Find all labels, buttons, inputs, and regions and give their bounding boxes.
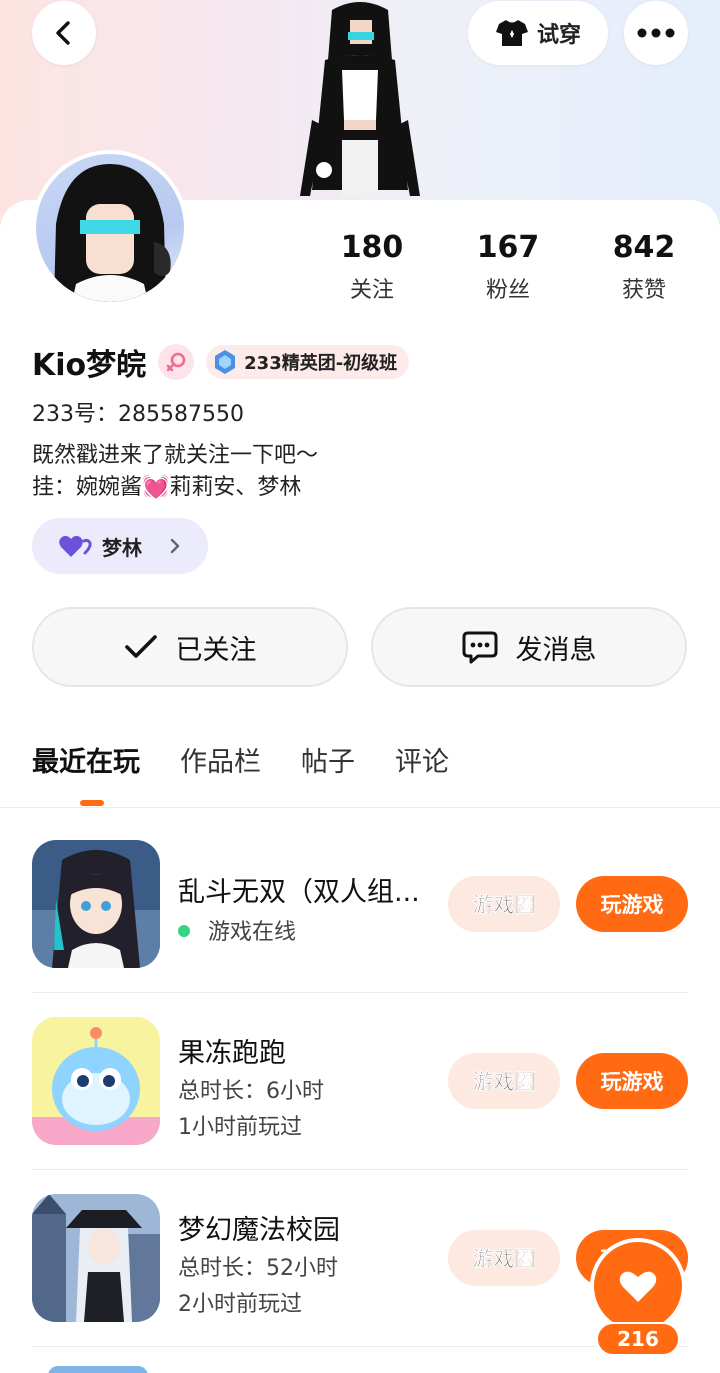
stat-following[interactable]: 180 关注 bbox=[312, 230, 432, 304]
stat-following-count: 180 bbox=[340, 230, 404, 265]
row-divider bbox=[32, 992, 688, 993]
relationship-tag[interactable]: 梦林 bbox=[32, 518, 208, 574]
try-on-label: 试穿 bbox=[536, 23, 581, 48]
user-id: 233号：285587550 bbox=[32, 402, 244, 427]
profile-name-row: Kio梦皖 233精英团-初级班 bbox=[32, 340, 410, 384]
game-icon-image bbox=[32, 1017, 160, 1145]
game-circle-button[interactable]: 游戏圈 bbox=[448, 1053, 560, 1109]
play-game-button[interactable]: 玩游戏 bbox=[576, 876, 688, 932]
game-title: 果冻跑跑 bbox=[178, 1038, 286, 1069]
game-last-played: 1小时前玩过 bbox=[178, 1115, 302, 1140]
double-heart-icon bbox=[59, 535, 92, 557]
list-item[interactable]: 果冻跑跑 总时长：6小时 1小时前玩过 游戏圈 玩游戏 bbox=[32, 1017, 688, 1193]
gem-badge-icon bbox=[215, 350, 236, 374]
row-divider bbox=[32, 1169, 688, 1170]
group-badge[interactable]: 233精英团-初级班 bbox=[206, 345, 410, 379]
chevron-right-icon bbox=[170, 538, 180, 554]
online-status-icon bbox=[178, 925, 190, 937]
game-status-text: 游戏在线 bbox=[208, 920, 297, 945]
relationship-tag-label: 梦林 bbox=[102, 535, 142, 560]
back-button[interactable] bbox=[32, 1, 96, 65]
game-total-time: 总时长：6小时 bbox=[178, 1079, 324, 1104]
game-icon-image bbox=[32, 1194, 160, 1322]
chevron-left-icon bbox=[56, 21, 70, 45]
chat-bubble-icon bbox=[462, 631, 497, 664]
game-total-time: 总时长：52小时 bbox=[178, 1256, 338, 1281]
tab-posts[interactable]: 帖子 bbox=[301, 740, 355, 779]
more-dots-icon bbox=[637, 28, 675, 38]
stat-likes[interactable]: 842 获赞 bbox=[584, 230, 704, 304]
stat-followers-count: 167 bbox=[476, 230, 540, 265]
play-game-button[interactable]: 玩游戏 bbox=[576, 1053, 688, 1109]
like-count: 216 bbox=[596, 1322, 680, 1356]
tab-recent-play[interactable]: 最近在玩 bbox=[32, 740, 140, 779]
profile-tabs: 最近在玩 作品栏 帖子 评论 bbox=[32, 740, 489, 779]
tab-active-indicator bbox=[80, 800, 104, 806]
followed-button[interactable]: 已关注 bbox=[32, 607, 348, 687]
game-icon-image bbox=[32, 840, 160, 968]
bio-line: 挂：婉婉酱💓莉莉安、梦林 bbox=[32, 475, 302, 500]
message-button[interactable]: 发消息 bbox=[371, 607, 687, 687]
game-title: 乱斗无双（双人组... bbox=[178, 877, 420, 908]
game-last-played: 2小时前玩过 bbox=[178, 1292, 302, 1317]
list-item[interactable]: 乱斗无双（双人组... 游戏在线 游戏圈 玩游戏 bbox=[32, 840, 688, 1016]
stat-following-label: 关注 bbox=[349, 278, 394, 303]
bio: 既然戳进来了就关注一下吧～ 挂：婉婉酱💓莉莉安、梦林 bbox=[32, 440, 318, 504]
stat-followers[interactable]: 167 粉丝 bbox=[448, 230, 568, 304]
like-button[interactable] bbox=[590, 1238, 686, 1334]
game-circle-button[interactable]: 游戏圈 bbox=[448, 876, 560, 932]
try-on-button[interactable]: 试穿 bbox=[468, 1, 608, 65]
tab-works[interactable]: 作品栏 bbox=[180, 740, 261, 779]
next-game-icon-peek bbox=[48, 1366, 148, 1373]
bio-line: 既然戳进来了就关注一下吧～ bbox=[32, 443, 319, 468]
avatar-3d-figure[interactable] bbox=[280, 0, 440, 200]
game-title: 梦幻魔法校园 bbox=[178, 1215, 340, 1246]
stat-likes-label: 获赞 bbox=[621, 278, 666, 303]
check-icon bbox=[124, 635, 157, 658]
heart-icon bbox=[619, 1271, 657, 1302]
tshirt-icon bbox=[495, 20, 528, 46]
tab-comments[interactable]: 评论 bbox=[395, 740, 449, 779]
row-divider bbox=[32, 1346, 688, 1347]
game-circle-button[interactable]: 游戏圈 bbox=[448, 1230, 560, 1286]
more-button[interactable] bbox=[624, 1, 688, 65]
followed-label: 已关注 bbox=[175, 634, 257, 666]
tabs-divider bbox=[0, 807, 720, 808]
stat-followers-label: 粉丝 bbox=[485, 278, 530, 303]
avatar-image bbox=[54, 164, 171, 302]
stat-likes-count: 842 bbox=[612, 230, 676, 265]
group-badge-label: 233精英团-初级班 bbox=[244, 353, 398, 374]
avatar[interactable] bbox=[32, 150, 188, 306]
message-label: 发消息 bbox=[515, 634, 597, 666]
profile-name: Kio梦皖 bbox=[32, 348, 147, 383]
female-icon bbox=[158, 344, 195, 380]
game-status: 游戏在线 bbox=[178, 914, 296, 946]
